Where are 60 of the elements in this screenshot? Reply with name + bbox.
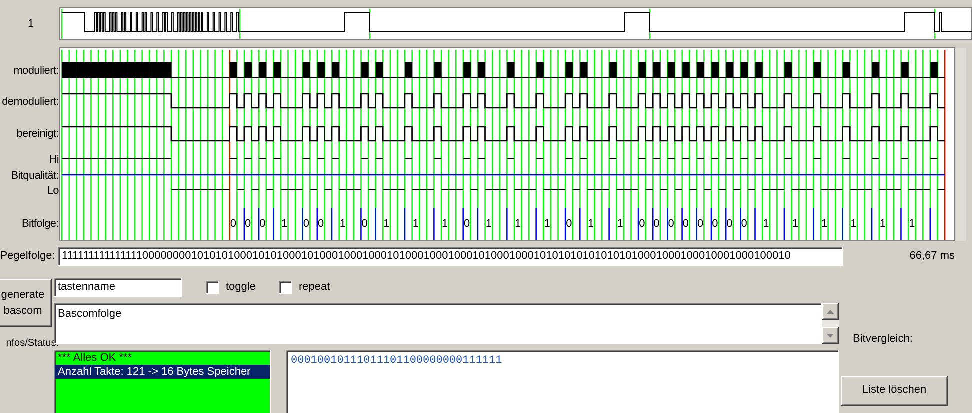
bit-digit: 1 xyxy=(340,218,346,230)
bit-digit: 0 xyxy=(318,218,324,230)
row-label: demoduliert: xyxy=(2,96,59,108)
bit-digit: 0 xyxy=(726,218,733,230)
checkbox-label: toggle xyxy=(226,280,256,296)
bit-digit: 1 xyxy=(412,218,419,230)
bit-digit: 1 xyxy=(515,218,522,230)
generate-button[interactable]: generate bascom xyxy=(0,279,52,327)
bit-digit: 0 xyxy=(362,218,368,230)
pegelfolge-label: Pegelfolge: xyxy=(0,248,56,264)
row-label: Bitqualität: xyxy=(11,170,59,182)
bit-digit: 1 xyxy=(588,218,594,230)
bit-digit: 0 xyxy=(464,218,470,230)
bit-digit: 0 xyxy=(741,218,748,230)
scroll-down-button[interactable] xyxy=(822,327,839,344)
status-list[interactable]: *** Alles OK *** Anzahl Takte: 121 -> 16 Bytes Speicher xyxy=(54,350,271,413)
bit-digit: 0 xyxy=(697,218,704,230)
bit-digit: 0 xyxy=(230,218,237,230)
bit-digit: 0 xyxy=(303,218,310,230)
pegelfolge-field[interactable]: 1111111111111110000000010101010001010100010100010001000101000100010001010001000101010101010101010001000100010001000100010 xyxy=(58,246,843,266)
bits-output-field[interactable]: 00010010111011101100000000111111 xyxy=(286,350,839,413)
bit-digit: 1 xyxy=(909,218,916,230)
bit-digit: 0 xyxy=(682,218,689,230)
bit-digit: 0 xyxy=(668,218,674,230)
duration-text: 66,67 ms xyxy=(910,250,955,262)
row-label: Bitfolge: xyxy=(22,218,59,230)
channel-label: 1 xyxy=(28,18,34,30)
bit-digit: 0 xyxy=(260,218,266,230)
bit-digit: 1 xyxy=(850,218,857,230)
key-name-field[interactable]: tastenname xyxy=(54,278,182,297)
bit-digit: 0 xyxy=(654,218,660,230)
bit-digit: 1 xyxy=(617,218,624,230)
row-label: Hi xyxy=(49,154,59,166)
bit-digit: 1 xyxy=(486,218,492,230)
bit-digit: 0 xyxy=(639,218,646,230)
status-item[interactable]: Anzahl Takte: 121 -> 16 Bytes Speicher xyxy=(55,365,270,379)
checkbox-label: repeat xyxy=(299,280,330,296)
bit-digit: 1 xyxy=(792,218,798,230)
bit-digit: 1 xyxy=(822,218,828,230)
checkbox[interactable] xyxy=(206,281,219,294)
up-arrow-icon xyxy=(827,310,834,314)
down-arrow-icon xyxy=(827,334,834,338)
row-label: Lo xyxy=(47,185,59,197)
bascom-field[interactable]: Bascomfolge xyxy=(54,303,822,344)
status-item[interactable]: *** Alles OK *** xyxy=(55,351,270,365)
scroll-up-button[interactable] xyxy=(822,303,839,320)
bit-digit: 1 xyxy=(282,218,288,230)
bit-digit: 0 xyxy=(566,218,572,230)
bit-digit: 1 xyxy=(442,218,448,230)
bit-digit: 1 xyxy=(544,218,550,230)
clear-list-button[interactable]: Liste löschen xyxy=(841,376,948,406)
bit-digit: 1 xyxy=(880,218,886,230)
row-label: moduliert: xyxy=(14,65,59,77)
bitvergleich-label: Bitvergleich: xyxy=(853,332,914,347)
bit-digit: 0 xyxy=(712,218,718,230)
bit-digit: 0 xyxy=(245,218,252,230)
bit-digit: 1 xyxy=(763,218,770,230)
checkbox[interactable] xyxy=(279,281,292,294)
row-label: bereinigt: xyxy=(16,128,59,140)
bit-digit: 1 xyxy=(384,218,390,230)
